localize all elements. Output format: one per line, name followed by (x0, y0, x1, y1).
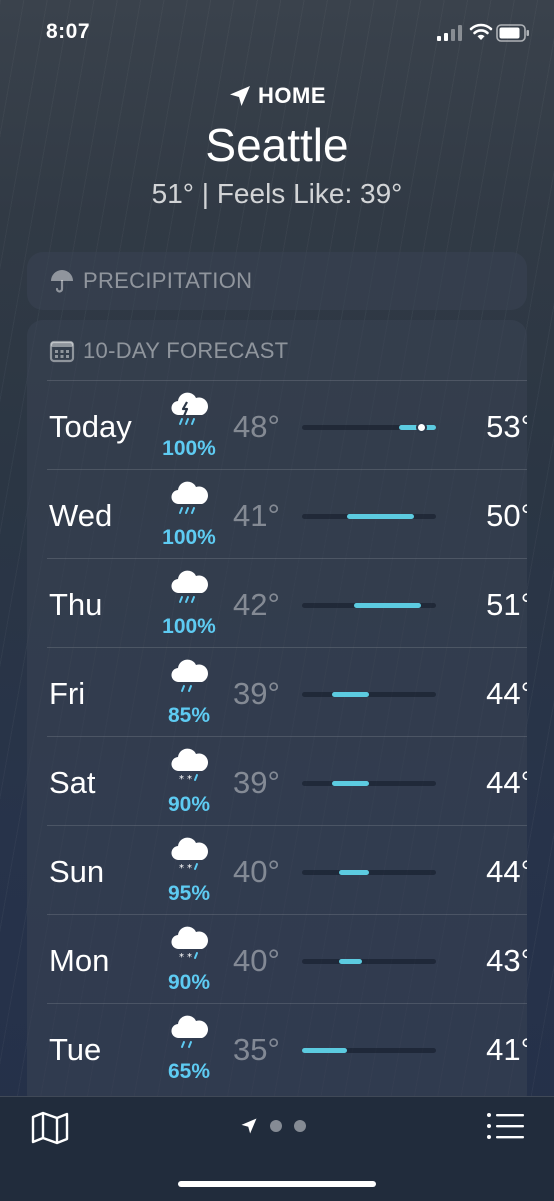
location-label: HOME (0, 80, 554, 112)
snow-rain-icon: * * (167, 834, 213, 876)
drizzle-icon (167, 656, 213, 698)
list-icon[interactable] (486, 1111, 524, 1141)
temperature-range-track (302, 959, 436, 964)
svg-text:*: * (187, 863, 192, 874)
umbrella-icon (51, 270, 73, 293)
location-header: HOME Seattle 51° | Feels Like: 39° (0, 80, 554, 210)
rain-icon (167, 567, 213, 609)
svg-text:*: * (187, 952, 192, 963)
forecast-row[interactable]: Fri 85% 39° 44° (47, 647, 527, 736)
drizzle-icon (167, 1012, 213, 1054)
forecast-row[interactable]: Sun * * 95% 40° 44° (47, 825, 527, 914)
snow-rain-icon: * * (167, 745, 213, 787)
low-temp: 39° (233, 676, 280, 711)
forecast-row[interactable]: Wed 100% 41° 50° (47, 469, 527, 558)
cellular-signal-icon (437, 25, 462, 41)
thunderstorm-rain-icon (167, 389, 213, 431)
snow-rain-icon: * * (167, 923, 213, 965)
calendar-icon (49, 340, 75, 363)
temperature-range-bar (331, 781, 369, 786)
precipitation-card-header: PRECIPITATION (49, 268, 252, 294)
forecast-day: Tue (49, 1032, 102, 1067)
low-temp: 48° (233, 409, 280, 444)
high-temp: 50° (486, 498, 527, 533)
svg-text:*: * (179, 952, 184, 963)
rain-icon (167, 478, 213, 520)
status-time: 8:07 (46, 20, 91, 43)
high-temp: 41° (486, 1032, 527, 1067)
forecast-title: 10-DAY FORECAST (83, 338, 289, 363)
location-arrow-icon (230, 86, 250, 106)
temperature-range-bar (354, 603, 422, 608)
forecast-day: Sat (49, 765, 96, 800)
precipitation-title: PRECIPITATION (83, 268, 253, 293)
svg-text:*: * (187, 774, 192, 785)
temperature-range-track (302, 424, 436, 431)
forecast-day: Sun (49, 854, 105, 889)
precip-chance: 90% (167, 971, 211, 994)
location-label-text: HOME (258, 83, 326, 108)
home-indicator (178, 1181, 376, 1187)
precip-chance: 100% (162, 526, 216, 549)
forecast-row[interactable]: Sat * * 90% 39° 44° (47, 736, 527, 825)
temperature-range-track (302, 870, 436, 875)
temperature-range-bar (339, 959, 362, 964)
battery-icon (496, 24, 529, 42)
forecast-row[interactable]: Today 100% 48° 53° (47, 380, 527, 469)
ten-day-forecast-card[interactable]: 10-DAY FORECAST Today 100% 48° 53° Wed 100% 41… (27, 320, 527, 1110)
temperature-range-bar (331, 692, 369, 697)
forecast-day: Thu (49, 587, 103, 622)
forecast-rows: Today 100% 48° 53° Wed 100% 41° 50° Thu 100% 42° 51… (47, 380, 527, 1092)
map-icon[interactable] (30, 1111, 70, 1145)
temperature-range-bar (302, 1048, 347, 1053)
high-temp: 44° (486, 676, 527, 711)
precip-chance: 90% (167, 793, 211, 816)
high-temp: 43° (486, 943, 527, 978)
precip-chance: 100% (162, 437, 216, 460)
low-temp: 35° (233, 1032, 280, 1067)
page-dot (270, 1120, 282, 1132)
temperature-range-bar (339, 870, 369, 875)
high-temp: 53° (486, 409, 527, 444)
low-temp: 40° (233, 854, 280, 889)
current-temperature: 51° | Feels Like: 39° (151, 178, 403, 209)
bottom-toolbar (0, 1096, 554, 1201)
temperature-range-track (302, 1048, 436, 1053)
temperature-range-track (302, 603, 436, 608)
low-temp: 40° (233, 943, 280, 978)
page-indicator[interactable] (240, 1117, 306, 1135)
forecast-day: Wed (49, 498, 113, 533)
forecast-row[interactable]: Thu 100% 42° 51° (47, 558, 527, 647)
precip-chance: 85% (167, 704, 211, 727)
low-temp: 42° (233, 587, 280, 622)
temperature-range-track (302, 514, 436, 519)
high-temp: 51° (486, 587, 527, 622)
precip-chance: 65% (167, 1060, 211, 1083)
svg-text:*: * (179, 774, 184, 785)
low-temp: 39° (233, 765, 280, 800)
precip-chance: 100% (162, 615, 216, 638)
forecast-row[interactable]: Mon * * 90% 40° 43° (47, 914, 527, 1003)
forecast-row[interactable]: Tue 65% 35° 41° (47, 1003, 527, 1092)
city-name: Seattle (205, 119, 349, 171)
temperature-range-track (302, 692, 436, 697)
forecast-day: Mon (49, 943, 110, 978)
current-temp-dot (417, 424, 425, 431)
status-bar: 8:07 (0, 0, 554, 64)
wifi-icon (469, 23, 493, 40)
forecast-day: Today (49, 409, 132, 444)
temperature-range-track (302, 781, 436, 786)
forecast-card-header: 10-DAY FORECAST (49, 338, 288, 364)
temperature-range-bar (346, 514, 414, 519)
low-temp: 41° (233, 498, 280, 533)
page-dot (294, 1120, 306, 1132)
precip-chance: 95% (167, 882, 211, 905)
location-arrow-icon (241, 1118, 257, 1134)
high-temp: 44° (486, 854, 527, 889)
forecast-day: Fri (49, 676, 86, 711)
svg-text:*: * (179, 863, 184, 874)
precipitation-card[interactable]: PRECIPITATION (27, 252, 527, 310)
high-temp: 44° (486, 765, 527, 800)
